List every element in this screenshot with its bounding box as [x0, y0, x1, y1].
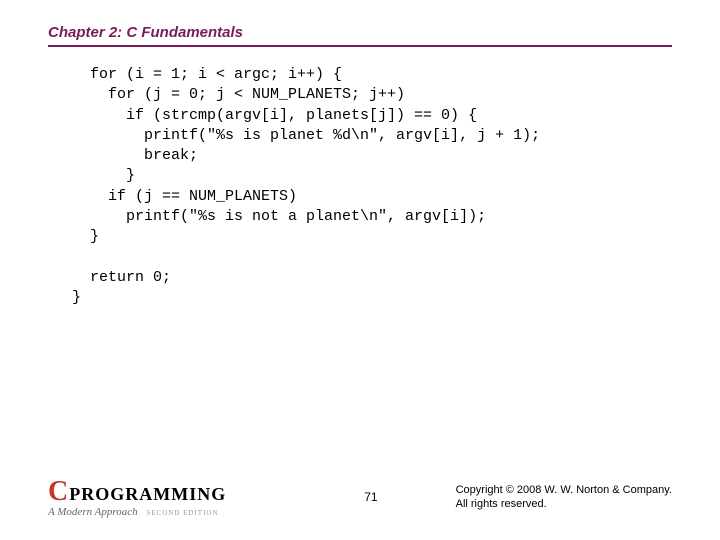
- copyright-line-2: All rights reserved.: [456, 497, 672, 511]
- logo-c-letter: C: [48, 476, 67, 508]
- code-block: for (i = 1; i < argc; i++) { for (j = 0;…: [48, 65, 672, 308]
- page-number: 71: [364, 490, 377, 504]
- book-logo: C PROGRAMMING A Modern Approach SECOND E…: [48, 476, 226, 518]
- copyright-text: Copyright © 2008 W. W. Norton & Company.…: [456, 483, 672, 512]
- chapter-title: Chapter 2: C Fundamentals: [48, 24, 672, 47]
- logo-subtitle: A Modern Approach: [48, 506, 138, 518]
- copyright-line-1: Copyright © 2008 W. W. Norton & Company.: [456, 483, 672, 497]
- footer: C PROGRAMMING A Modern Approach SECOND E…: [48, 476, 672, 518]
- logo-programming-text: PROGRAMMING: [69, 484, 226, 505]
- logo-edition: SECOND EDITION: [146, 509, 218, 517]
